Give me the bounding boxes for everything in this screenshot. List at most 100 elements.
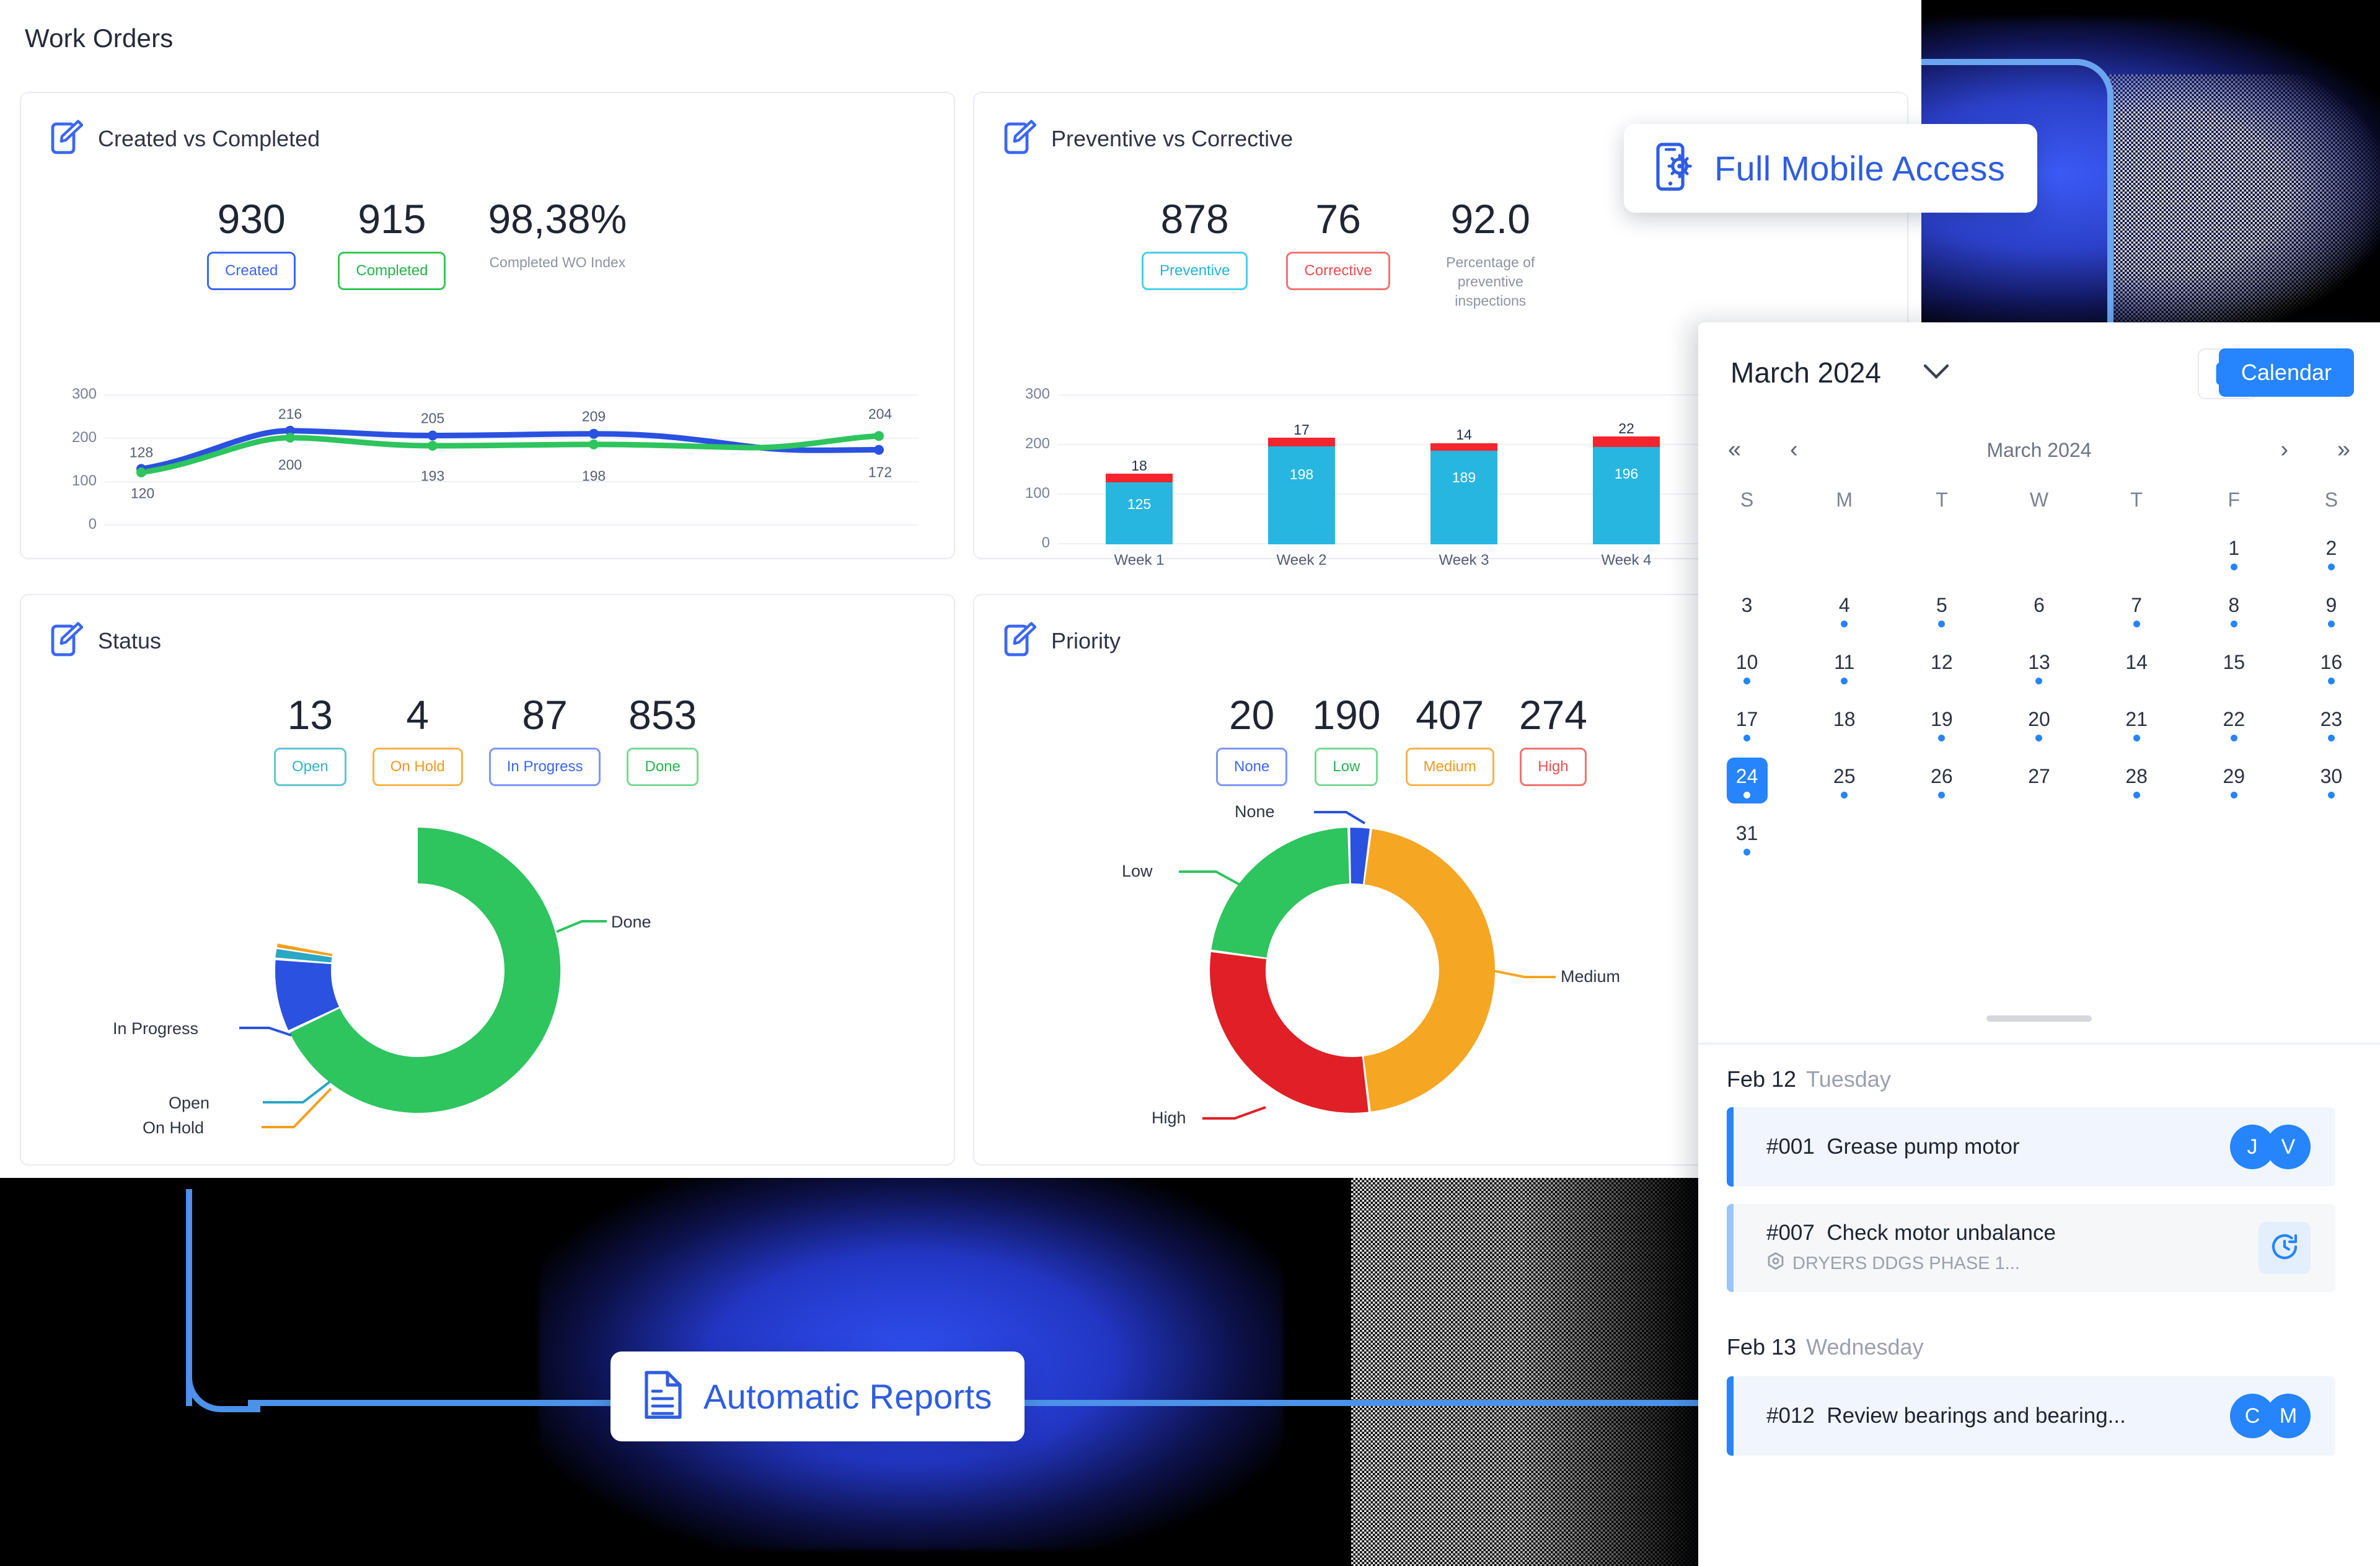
- bar-corrective: 17: [1268, 422, 1335, 446]
- kpi-value: 190: [1312, 692, 1381, 738]
- calendar-day-13[interactable]: 13: [1990, 647, 2087, 704]
- agenda-task-007[interactable]: #007 Check motor unbalance DRYERS DDGS P…: [1727, 1204, 2335, 1292]
- card-header: Priority: [1004, 621, 1121, 660]
- calendar-day-27[interactable]: 27: [1990, 761, 2087, 818]
- donut-label-low: Low: [1122, 862, 1153, 880]
- calendar-day-17[interactable]: 17: [1698, 704, 1796, 761]
- calendar-week-row: 3 4 5 6 7 8 9: [1698, 590, 2380, 647]
- chevron-down-icon[interactable]: [1923, 363, 1950, 384]
- calendar-day-3[interactable]: 3: [1698, 590, 1796, 647]
- calendar-day-12[interactable]: 12: [1893, 647, 1990, 704]
- kpi-high: 274 High: [1519, 694, 1587, 786]
- calendar-day-1[interactable]: 1: [2185, 533, 2283, 590]
- kpi-chip-corrective[interactable]: Corrective: [1286, 252, 1390, 290]
- calendar-day-28[interactable]: 28: [2088, 761, 2185, 818]
- calendar-day-21[interactable]: 21: [2088, 704, 2185, 761]
- kpi-value: 853: [628, 692, 697, 738]
- kpi-value: 87: [522, 692, 568, 738]
- calendar-day-2[interactable]: 2: [2283, 533, 2380, 590]
- kpi-row: 878 Preventive 76 Corrective 92.0 Percen…: [1142, 198, 1553, 311]
- bar-preventive: 198: [1268, 446, 1335, 544]
- datapoint-label: 120: [130, 485, 155, 502]
- calendar-day-number: 12: [1931, 651, 1953, 673]
- y-tick: 200: [71, 429, 97, 446]
- calendar-nav-title: March 2024: [1986, 439, 2092, 461]
- calendar-day-24[interactable]: 24: [1698, 758, 1796, 818]
- calendar-day-8[interactable]: 8: [2185, 590, 2283, 647]
- calendar-day-14[interactable]: 14: [2088, 647, 2185, 704]
- kpi-chip-completed[interactable]: Completed: [338, 252, 446, 290]
- kpi-chip-preventive[interactable]: Preventive: [1142, 252, 1248, 290]
- calendar-day-11[interactable]: 11: [1796, 647, 1893, 704]
- task-priority-stripe: [1727, 1107, 1734, 1187]
- calendar-event-dot: [2327, 792, 2335, 798]
- bar-group[interactable]: 198 17 Week 2: [1268, 389, 1335, 568]
- kpi-chip-on-hold[interactable]: On Hold: [372, 748, 463, 786]
- nav-next-button[interactable]: ›: [2280, 436, 2288, 463]
- task-id: #007: [1766, 1221, 1815, 1245]
- kpi-chip-in-progress[interactable]: In Progress: [488, 748, 601, 786]
- kpi-chip-done[interactable]: Done: [627, 748, 699, 786]
- kpi-chip-open[interactable]: Open: [274, 748, 346, 786]
- calendar-day-15[interactable]: 15: [2185, 647, 2283, 704]
- calendar-day-7[interactable]: 7: [2088, 590, 2185, 647]
- calendar-day-5[interactable]: 5: [1893, 590, 1990, 647]
- nav-last-button[interactable]: »: [2337, 436, 2350, 463]
- task-schedule-button[interactable]: [2259, 1222, 2311, 1274]
- calendar-day-9[interactable]: 9: [2283, 590, 2380, 647]
- task-assignees[interactable]: C M: [2230, 1394, 2311, 1438]
- agenda-task-001[interactable]: #001 Grease pump motor J V: [1727, 1107, 2335, 1187]
- bar-group[interactable]: 125 18 Week 1: [1106, 389, 1173, 568]
- task-assignees[interactable]: J V: [2230, 1125, 2311, 1169]
- bar-group[interactable]: 196 22 Week 4: [1593, 389, 1660, 568]
- kpi-chip-high[interactable]: High: [1520, 748, 1587, 786]
- calendar-day-16[interactable]: 16: [2283, 647, 2380, 704]
- calendar-day-25[interactable]: 25: [1796, 761, 1893, 818]
- calendar-event-dot: [2133, 735, 2140, 741]
- kpi-chip-none[interactable]: None: [1216, 748, 1288, 786]
- kpi-done: 853 Done: [627, 692, 699, 786]
- agenda-task-012[interactable]: #012 Review bearings and bearing... C M: [1727, 1376, 2335, 1456]
- calendar-day-30[interactable]: 30: [2283, 761, 2380, 818]
- bar-corrective: 18: [1106, 458, 1173, 482]
- calendar-day-4[interactable]: 4: [1796, 590, 1893, 647]
- task-name: Grease pump motor: [1827, 1135, 2020, 1159]
- calendar-day-22[interactable]: 22: [2185, 704, 2283, 761]
- calendar-day-number: 8: [2228, 594, 2240, 616]
- calendar-day-31[interactable]: 31: [1698, 818, 1796, 875]
- nav-prev-button[interactable]: ‹: [1790, 436, 1798, 463]
- line-chart-created-vs-completed: 300 200 100 0 128 216 205 209 172 120 20…: [51, 386, 919, 533]
- asset-icon: [1766, 1252, 1785, 1275]
- calendar-day-20[interactable]: 20: [1990, 704, 2087, 761]
- calendar-view-button[interactable]: Calendar: [2218, 348, 2354, 397]
- badge-full-mobile-access[interactable]: Full Mobile Access: [1624, 124, 2038, 213]
- calendar-day-number: 18: [1833, 708, 1856, 730]
- nav-first-button[interactable]: «: [1728, 436, 1741, 463]
- calendar-scroll-indicator[interactable]: [1986, 1015, 2092, 1022]
- kpi-chip-low[interactable]: Low: [1315, 748, 1378, 786]
- calendar-day-6[interactable]: 6: [1990, 590, 2087, 647]
- calendar-day-19[interactable]: 19: [1893, 704, 1990, 761]
- calendar-day-23[interactable]: 23: [2283, 704, 2380, 761]
- kpi-row: 13 Open 4 On Hold 87 In Progress 853 Don…: [274, 694, 699, 786]
- bar-group[interactable]: 189 14 Week 3: [1430, 389, 1497, 568]
- datapoint-label: 204: [868, 405, 892, 422]
- donut-label-on-hold: On Hold: [143, 1118, 205, 1137]
- kpi-value: 20: [1228, 692, 1275, 738]
- calendar-month-selector[interactable]: March 2024: [1730, 356, 1881, 389]
- calendar-day-26[interactable]: 26: [1893, 761, 1990, 818]
- calendar-day-10[interactable]: 10: [1698, 647, 1796, 704]
- badge-automatic-reports[interactable]: Automatic Reports: [610, 1351, 1025, 1441]
- calendar-day-29[interactable]: 29: [2185, 761, 2283, 818]
- agenda-date: Feb 12: [1727, 1066, 1797, 1092]
- task-title: #012 Review bearings and bearing...: [1766, 1404, 2126, 1428]
- line-chart-y-axis: 300 200 100 0: [51, 386, 100, 533]
- calendar-event-dot: [2133, 792, 2140, 798]
- calendar-day-number: 6: [2034, 594, 2045, 616]
- kpi-chip-created[interactable]: Created: [207, 252, 296, 290]
- kpi-chip-medium[interactable]: Medium: [1405, 748, 1494, 786]
- calendar-day-18[interactable]: 18: [1796, 704, 1893, 761]
- kpi-subtitle: Completed WO Index: [489, 254, 626, 270]
- kpi-in-progress: 87 In Progress: [488, 692, 601, 786]
- calendar-day-number: 26: [1931, 765, 1953, 787]
